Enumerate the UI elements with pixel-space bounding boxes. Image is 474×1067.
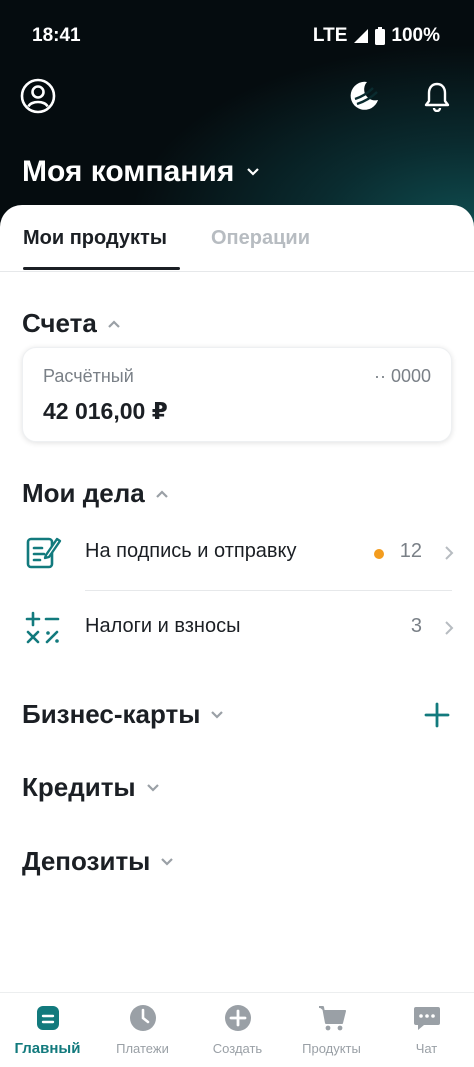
home-document-icon bbox=[36, 1006, 59, 1030]
nav-label: Продукты bbox=[302, 1041, 361, 1056]
user-icon bbox=[20, 78, 56, 114]
account-card[interactable]: Расчётный ·· 0000 42 016,00 ₽ bbox=[22, 347, 452, 442]
account-type: Расчётный bbox=[43, 366, 134, 386]
chevron-down-icon bbox=[247, 168, 260, 176]
moon-icon bbox=[350, 81, 378, 110]
deposits-title: Депозиты bbox=[22, 846, 151, 876]
theme-button[interactable] bbox=[343, 76, 383, 116]
task-count: 12 bbox=[399, 540, 422, 562]
tab-my-products[interactable]: Мои продукты bbox=[23, 227, 167, 250]
chevron-up-icon bbox=[108, 319, 120, 328]
account-number: ·· 0000 bbox=[373, 366, 431, 386]
nav-chat[interactable]: Чат bbox=[379, 993, 474, 1067]
nav-label: Создать bbox=[212, 1041, 263, 1056]
tasks-section-header[interactable]: Мои дела bbox=[22, 478, 169, 509]
tab-operations[interactable]: Операции bbox=[211, 227, 310, 250]
task-label: На подпись и отправку bbox=[85, 540, 297, 562]
nav-label: Чат bbox=[415, 1041, 438, 1056]
accounts-section-header[interactable]: Счета bbox=[22, 308, 121, 339]
tasks-title: Мои дела bbox=[22, 478, 145, 508]
status-time: 18:41 bbox=[32, 25, 81, 46]
accounts-title: Счета bbox=[22, 308, 97, 338]
credits-section-header[interactable]: Кредиты bbox=[22, 772, 160, 803]
cart-icon bbox=[318, 1006, 346, 1031]
task-count: 3 bbox=[410, 615, 422, 637]
profile-button[interactable] bbox=[18, 76, 58, 116]
bottom-navigation: Главный Платежи Создать Продукты Чат bbox=[0, 992, 474, 1067]
status-indicators: LTE 100% bbox=[313, 25, 440, 47]
header-background: 18:41 LTE 100% Моя компания bbox=[0, 0, 474, 230]
tab-bar: Мои продукты Операции bbox=[0, 205, 474, 272]
task-row-taxes[interactable]: Налоги и взносы 3 bbox=[0, 591, 474, 667]
chevron-down-icon bbox=[146, 783, 159, 792]
battery-icon bbox=[375, 27, 386, 45]
nav-payments[interactable]: Платежи bbox=[95, 993, 190, 1067]
deposits-section-header[interactable]: Депозиты bbox=[22, 846, 174, 877]
task-label: Налоги и взносы bbox=[85, 615, 241, 637]
chevron-right-icon bbox=[445, 621, 454, 635]
bell-icon bbox=[424, 82, 450, 112]
account-balance: 42 016,00 ₽ bbox=[43, 398, 168, 424]
battery-level: 100% bbox=[391, 25, 440, 46]
main-sheet: Мои продукты Операции Счета Расчётный ··… bbox=[0, 205, 474, 995]
status-bar: 18:41 LTE 100% bbox=[0, 0, 474, 72]
nav-label: Главный bbox=[14, 1040, 81, 1057]
credits-title: Кредиты bbox=[22, 772, 136, 802]
notifications-button[interactable] bbox=[417, 76, 457, 116]
network-label: LTE bbox=[312, 25, 348, 46]
active-tab-indicator bbox=[23, 267, 180, 270]
attention-dot bbox=[374, 549, 384, 559]
plus-circle-icon bbox=[224, 1005, 251, 1031]
nav-products[interactable]: Продукты bbox=[284, 993, 379, 1067]
nav-home[interactable]: Главный bbox=[0, 993, 95, 1067]
chevron-down-icon bbox=[211, 710, 224, 719]
company-name: Моя компания bbox=[22, 155, 235, 188]
task-row-sign[interactable]: На подпись и отправку 12 bbox=[0, 515, 474, 591]
chevron-down-icon bbox=[161, 857, 174, 866]
chat-icon bbox=[413, 1007, 440, 1030]
signal-icon bbox=[354, 29, 369, 43]
chevron-up-icon bbox=[155, 489, 168, 498]
clock-icon bbox=[129, 1005, 156, 1031]
company-selector[interactable]: Моя компания bbox=[22, 155, 260, 189]
chevron-right-icon bbox=[445, 546, 454, 560]
document-sign-icon bbox=[26, 537, 62, 569]
business-cards-section-header[interactable]: Бизнес-карты bbox=[22, 699, 224, 730]
add-business-card-button[interactable] bbox=[424, 702, 450, 728]
nav-label: Платежи bbox=[116, 1041, 169, 1056]
nav-create[interactable]: Создать bbox=[190, 993, 285, 1067]
business-cards-title: Бизнес-карты bbox=[22, 699, 201, 729]
calculator-icon bbox=[25, 611, 60, 644]
